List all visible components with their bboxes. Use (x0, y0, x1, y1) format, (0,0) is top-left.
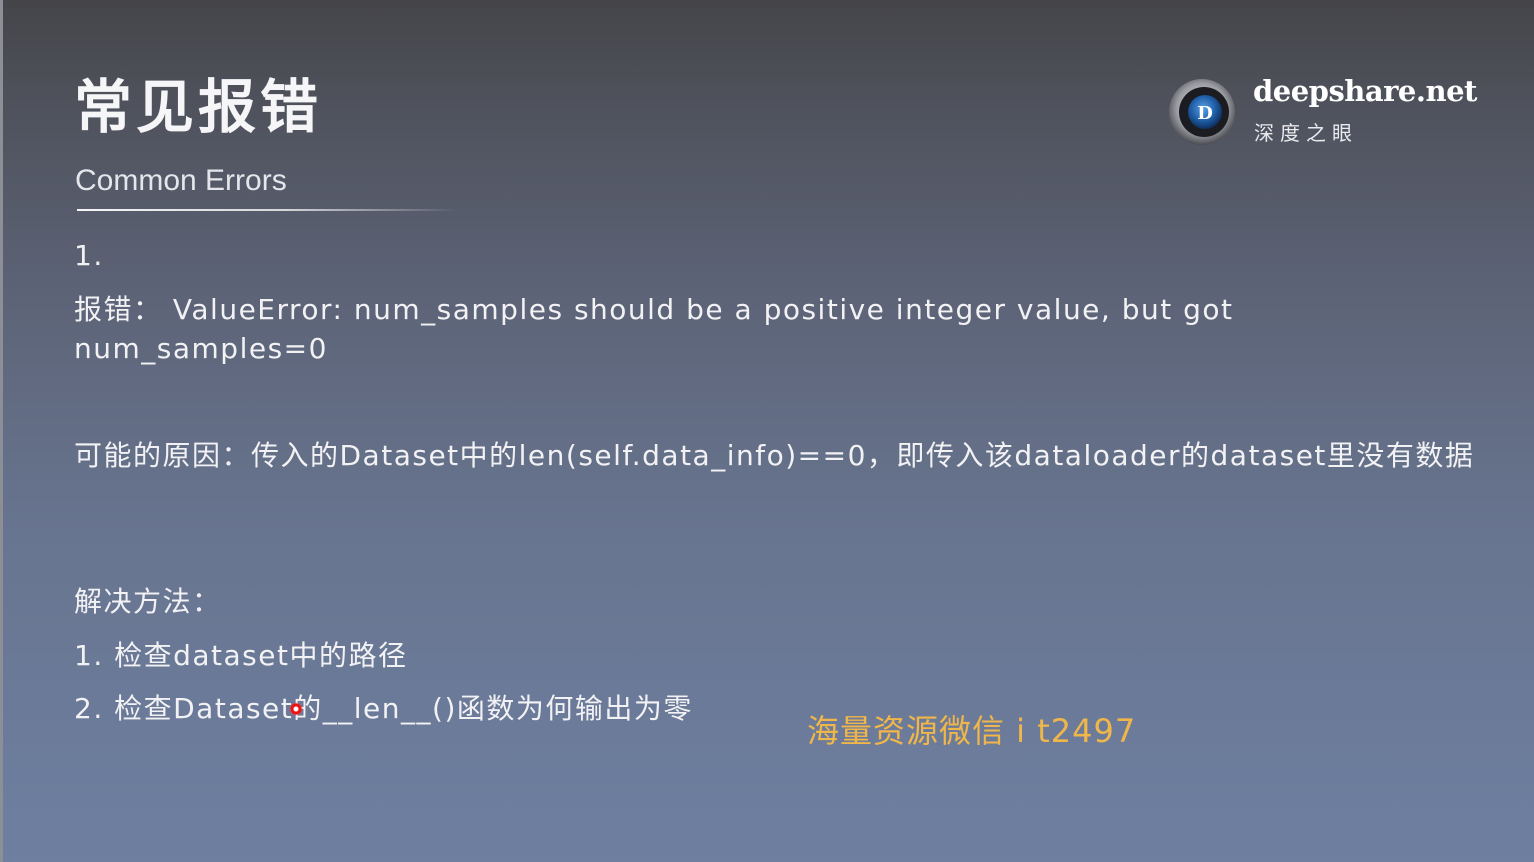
logo-letter: D (1197, 103, 1213, 124)
eye-logo-icon: D (1169, 79, 1235, 145)
logo-name: deepshare.net (1253, 74, 1477, 108)
solution-item-2: 2. 检查Dataset的__len__()函数为何输出为零 (74, 692, 693, 725)
solution-item-1: 1. 检查dataset中的路径 (74, 639, 408, 672)
laser-pointer-icon (289, 702, 303, 716)
item-number: 1. (74, 239, 104, 272)
title-underline (77, 209, 457, 211)
slide-edge (0, 0, 3, 862)
solution-heading: 解决方法： (74, 585, 222, 618)
slide-subtitle: Common Errors (75, 164, 287, 197)
slide-title: 常见报错 (74, 73, 323, 141)
deepshare-logo: D deepshare.net 深度之眼 (1168, 74, 1477, 154)
possible-cause: 可能的原因：传入的Dataset中的len(self.data_info)==0… (74, 439, 1475, 472)
error-message: 报错： ValueError: num_samples should be a … (74, 293, 1234, 365)
logo-tagline: 深度之眼 (1254, 121, 1358, 145)
watermark-text: 海量资源微信 i t2497 (807, 712, 1137, 750)
